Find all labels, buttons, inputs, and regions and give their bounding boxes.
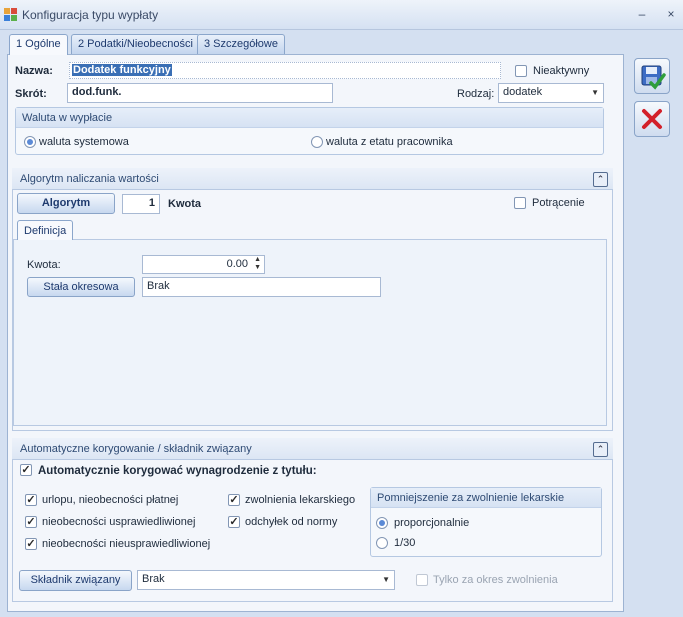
currency-system-label: waluta systemowa (39, 136, 129, 148)
save-icon (641, 65, 666, 90)
linked-component-button[interactable]: Składnik związany (19, 570, 132, 591)
linked-component-select[interactable]: Brak ▼ (137, 570, 395, 590)
tab-details[interactable]: 3 Szczegółowe (197, 34, 285, 54)
name-value: Dodatek funkcyjny (72, 64, 172, 76)
currency-employment-label: waluta z etatu pracownika (326, 136, 453, 148)
window-title: Konfiguracja typu wypłaty (22, 8, 159, 22)
correction-collapse-button[interactable]: ⌃ (593, 442, 608, 457)
amount-value: 0.00 (226, 258, 248, 270)
tab-definition[interactable]: Definicja (17, 220, 74, 240)
save-button[interactable] (634, 58, 670, 94)
algorithm-number: 1 (122, 194, 160, 214)
paid-leave-checkbox[interactable] (25, 494, 37, 506)
amount-label: Kwota: (27, 259, 61, 271)
short-label: Skrót: (15, 88, 47, 100)
fixed-period-button[interactable]: Stała okresowa (27, 277, 135, 297)
inactive-label: Nieaktywny (533, 65, 590, 77)
currency-employment-radio[interactable] (311, 136, 323, 148)
linked-component-value: Brak (142, 573, 165, 585)
algorithm-section-title: Algorytm naliczania wartości (20, 173, 159, 185)
algorithm-collapse-button[interactable]: ⌃ (593, 172, 608, 187)
tab-general[interactable]: 1 Ogólne (9, 34, 68, 55)
auto-correct-checkbox[interactable] (20, 464, 32, 476)
definition-panel (13, 239, 607, 426)
unjustified-absence-checkbox[interactable] (25, 538, 37, 550)
justified-absence-checkbox[interactable] (25, 516, 37, 528)
deduction-checkbox[interactable] (514, 197, 526, 209)
title-bar: Konfiguracja typu wypłaty – × (0, 0, 683, 30)
currency-system-radio[interactable] (24, 136, 36, 148)
amount-field[interactable]: 0.00 ▲ ▼ (142, 255, 265, 274)
reduction-proportional-label: proporcjonalnie (394, 517, 470, 529)
correction-section-title: Automatyczne korygowanie / składnik zwią… (20, 443, 252, 455)
reduction-proportional-radio[interactable] (376, 517, 388, 529)
close-button[interactable]: × (663, 6, 679, 22)
unjustified-absence-label: nieobecności nieusprawiedliwionej (42, 538, 211, 550)
only-sick-period-label: Tylko za okres zwolnienia (433, 574, 558, 586)
justified-absence-label: nieobecności usprawiedliwionej (42, 516, 196, 528)
short-field[interactable]: dod.funk. (67, 83, 333, 103)
algorithm-name: Kwota (168, 198, 201, 210)
deduction-label: Potrącenie (532, 197, 585, 209)
sick-leave-checkbox[interactable] (228, 494, 240, 506)
kind-select[interactable]: dodatek ▼ (498, 83, 604, 103)
inactive-checkbox[interactable] (515, 65, 527, 77)
auto-correct-label: Automatycznie korygować wynagrodzenie z … (38, 465, 317, 477)
only-sick-period-checkbox[interactable] (416, 574, 428, 586)
name-field[interactable]: Dodatek funkcyjny (69, 62, 501, 79)
close-icon (642, 109, 662, 129)
chevron-down-icon: ▼ (382, 575, 390, 584)
reduction-group-title: Pomniejszenie za zwolnienie lekarskie (371, 488, 601, 508)
reduction-1-30-radio[interactable] (376, 537, 388, 549)
paid-leave-label: urlopu, nieobecności płatnej (42, 494, 179, 506)
algorithm-button[interactable]: Algorytm (17, 193, 115, 214)
chevron-down-icon: ▼ (591, 88, 599, 97)
tab-taxes-absences[interactable]: 2 Podatki/Nieobecności (71, 34, 200, 54)
norm-deviation-checkbox[interactable] (228, 516, 240, 528)
reduction-1-30-label: 1/30 (394, 537, 416, 549)
app-icon (4, 8, 17, 21)
sick-leave-label: zwolnienia lekarskiego (245, 494, 356, 506)
kind-value: dodatek (503, 86, 543, 98)
name-label: Nazwa: (15, 65, 53, 77)
minimize-button[interactable]: – (634, 6, 650, 22)
fixed-period-value[interactable]: Brak (142, 277, 381, 297)
kind-label: Rodzaj: (457, 88, 495, 100)
cancel-button[interactable] (634, 101, 670, 137)
currency-group-title: Waluta w wypłacie (16, 108, 603, 128)
norm-deviation-label: odchyłek od normy (245, 516, 338, 528)
spinner-icon[interactable]: ▲ ▼ (254, 256, 261, 272)
